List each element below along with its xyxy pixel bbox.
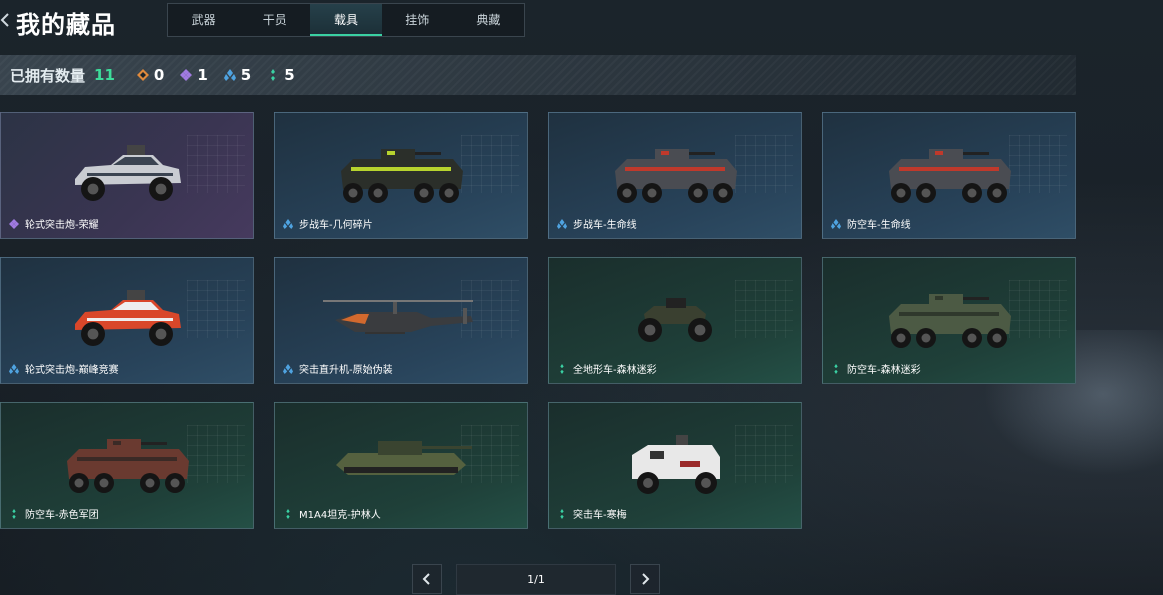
purple-rarity-icon [180, 69, 193, 81]
card-footer: 防空车-生命线 [831, 216, 911, 231]
atv-vehicle-image [638, 298, 712, 342]
rarity-count-value: 1 [197, 66, 208, 84]
card-footer: 步战车-生命线 [557, 216, 637, 231]
collection-card[interactable]: 轮式突击炮-巅峰竞赛 [0, 257, 254, 384]
tab-2[interactable]: 载具 [310, 4, 382, 36]
blue-rarity-icon [557, 218, 567, 229]
rarity-count-0: 0 [136, 66, 165, 84]
collection-card[interactable]: 步战车-几何碎片 [274, 112, 528, 239]
card-name: 轮式突击炮-荣耀 [25, 220, 99, 231]
green-rarity-icon [271, 69, 276, 81]
collection-card[interactable]: 防空车-森林迷彩 [822, 257, 1076, 384]
owned-label: 已拥有数量 [10, 66, 86, 85]
owned-total: 11 [94, 66, 115, 84]
heli-vehicle-image [323, 300, 473, 334]
tab-3[interactable]: 挂饰 [382, 4, 453, 36]
rarity-count-value: 5 [240, 66, 252, 84]
card-footer: 突击车-寒梅 [557, 506, 627, 521]
card-footer: 轮式突击炮-荣耀 [9, 216, 99, 231]
green-rarity-icon [560, 508, 564, 519]
owned-summary: 已拥有数量 11 0 1 5 5 [0, 55, 1076, 95]
apc-vehicle-image [889, 149, 1011, 203]
purple-rarity-icon [9, 218, 19, 229]
category-tabs: 武器 干员 载具 挂饰 典藏 [167, 3, 525, 37]
card-footer: M1A4坦克-护林人 [283, 506, 381, 521]
card-footer: 全地形车-森林迷彩 [557, 361, 657, 376]
card-name: 轮式突击炮-巅峰竞赛 [25, 365, 119, 376]
card-name: 步战车-几何碎片 [299, 220, 373, 231]
card-footer: 突击直升机-原始伪装 [283, 361, 393, 376]
page-title: 我的藏品 [16, 11, 116, 39]
page-indicator: 1/1 [456, 564, 616, 595]
tab-4[interactable]: 典藏 [453, 4, 524, 36]
collection-card[interactable]: 步战车-生命线 [548, 112, 802, 239]
collection-card[interactable]: 防空车-生命线 [822, 112, 1076, 239]
card-footer: 防空车-赤色军团 [9, 506, 99, 521]
rarity-count-value: 0 [153, 66, 165, 84]
tab-1[interactable]: 干员 [239, 4, 310, 36]
card-name: 防空车-生命线 [847, 220, 911, 231]
card-name: 突击车-寒梅 [573, 510, 627, 521]
green-rarity-icon [560, 363, 564, 374]
card-name: M1A4坦克-护林人 [299, 510, 381, 521]
tank-vehicle-image [336, 441, 472, 475]
blue-rarity-icon [831, 218, 841, 229]
truck-vehicle-image [632, 435, 720, 494]
card-name: 防空车-赤色军团 [25, 510, 99, 521]
next-page-button[interactable] [630, 564, 660, 594]
rarity-count-3: 5 [267, 66, 295, 84]
card-footer: 轮式突击炮-巅峰竞赛 [9, 361, 119, 376]
card-name: 全地形车-森林迷彩 [573, 365, 657, 376]
collection-card[interactable]: 突击直升机-原始伪装 [274, 257, 528, 384]
green-rarity-icon [286, 508, 290, 519]
back-chevron-icon[interactable] [0, 13, 10, 27]
header: 我的藏品 武器 干员 载具 挂饰 典藏 [0, 0, 1163, 40]
collection-card[interactable]: 防空车-赤色军团 [0, 402, 254, 529]
blue-rarity-icon [223, 69, 236, 81]
chevron-left-icon [422, 573, 430, 585]
card-name: 步战车-生命线 [573, 220, 637, 231]
chevron-right-icon [642, 573, 650, 585]
card-name: 突击直升机-原始伪装 [299, 365, 393, 376]
buggy-vehicle-image [75, 145, 181, 201]
blue-rarity-icon [283, 363, 293, 374]
orange-rarity-icon [136, 69, 149, 81]
collection-card[interactable]: 轮式突击炮-荣耀 [0, 112, 254, 239]
apc-vehicle-image [889, 294, 1011, 348]
prev-page-button[interactable] [412, 564, 442, 594]
blue-rarity-icon [9, 363, 19, 374]
collection-card[interactable]: M1A4坦克-护林人 [274, 402, 528, 529]
rarity-count-1: 1 [180, 66, 208, 84]
rarity-counts: 0 1 5 5 [136, 66, 311, 84]
rarity-count-value: 5 [284, 66, 295, 84]
green-rarity-icon [834, 363, 838, 374]
buggy-vehicle-image [75, 290, 181, 346]
blue-rarity-icon [283, 218, 293, 229]
collection-card[interactable]: 全地形车-森林迷彩 [548, 257, 802, 384]
apc-vehicle-image [615, 149, 737, 203]
apc-vehicle-image [67, 439, 189, 493]
tab-0[interactable]: 武器 [168, 4, 239, 36]
collection-card[interactable]: 突击车-寒梅 [548, 402, 802, 529]
card-footer: 步战车-几何碎片 [283, 216, 373, 231]
card-footer: 防空车-森林迷彩 [831, 361, 921, 376]
apc-vehicle-image [341, 149, 463, 203]
green-rarity-icon [12, 508, 16, 519]
card-name: 防空车-森林迷彩 [847, 365, 921, 376]
rarity-count-2: 5 [223, 66, 252, 84]
